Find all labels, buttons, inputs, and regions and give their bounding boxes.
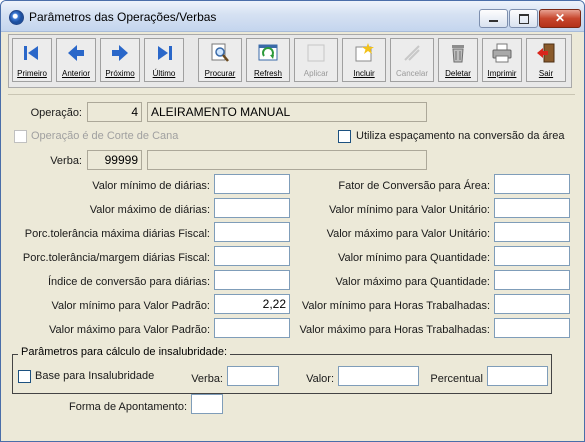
first-button[interactable]: Primeiro xyxy=(12,38,52,82)
valor-min-diarias-label: Valor mínimo de diárias: xyxy=(92,180,210,192)
search-icon xyxy=(211,43,229,62)
corte-cana-label: Operação é de Corte de Cana xyxy=(31,130,179,142)
operacao-label: Operação: xyxy=(30,107,82,119)
insalubridade-verba-field[interactable] xyxy=(227,366,279,386)
verba-code-field[interactable]: 99999 xyxy=(87,150,142,170)
app-icon xyxy=(9,10,24,25)
last-arrow-icon xyxy=(158,46,172,60)
insalubridade-valor-field[interactable] xyxy=(338,366,419,386)
base-insalubridade-checkbox[interactable] xyxy=(18,370,31,383)
apply-label: Aplicar xyxy=(303,69,329,78)
previous-button[interactable]: Anterior xyxy=(56,38,96,82)
add-label: Incluir xyxy=(353,69,375,78)
maximize-icon xyxy=(519,14,529,24)
refresh-button[interactable]: Refresh xyxy=(246,38,290,82)
percentual-label: Percentual xyxy=(430,373,483,385)
toolbar: Primeiro Anterior Próximo Último Procura… xyxy=(8,34,572,88)
valor-max-horas-field[interactable] xyxy=(494,318,570,338)
close-button[interactable]: ✕ xyxy=(539,9,581,28)
refresh-label: Refresh xyxy=(253,69,282,78)
tolerancia-margem-fiscal-label: Porc.tolerância/margem diárias Fiscal: xyxy=(22,252,210,264)
valor-min-quantidade-label: Valor mínimo para Quantidade: xyxy=(337,252,490,264)
previous-label: Anterior xyxy=(61,69,90,78)
valor-min-padrao-field[interactable]: 2,22 xyxy=(214,294,290,314)
first-label: Primeiro xyxy=(17,69,47,78)
trash-icon xyxy=(452,45,464,63)
search-button[interactable]: Procurar xyxy=(198,38,242,82)
base-insalubridade-label: Base para Insalubridade xyxy=(35,370,155,382)
valor-max-unitario-label: Valor máximo para Valor Unitário: xyxy=(326,228,490,240)
valor-min-unitario-label: Valor mínimo para Valor Unitário: xyxy=(329,204,490,216)
fator-conversao-area-field[interactable] xyxy=(494,174,570,194)
next-label: Próximo xyxy=(105,69,135,78)
tolerancia-margem-fiscal-field[interactable] xyxy=(214,246,290,266)
close-icon: ✕ xyxy=(554,11,566,25)
printer-icon xyxy=(492,43,512,63)
maximize-button[interactable] xyxy=(509,9,538,28)
cancel-icon xyxy=(404,45,420,61)
last-button[interactable]: Último xyxy=(144,38,184,82)
valor-max-horas-label: Valor máximo para Horas Trabalhadas: xyxy=(299,324,490,336)
verba-label: Verba: xyxy=(50,155,82,167)
indice-conversao-label: Índice de conversão para diárias: xyxy=(47,276,210,288)
corte-cana-checkbox[interactable] xyxy=(14,130,27,143)
delete-label: Deletar xyxy=(445,69,471,78)
verba-name-field[interactable] xyxy=(147,150,427,170)
last-label: Último xyxy=(152,69,176,78)
delete-button[interactable]: Deletar xyxy=(438,38,478,82)
valor-max-quantidade-label: Valor máximo para Quantidade: xyxy=(335,276,491,288)
add-icon xyxy=(355,43,374,62)
insalubridade-verba-label: Verba: xyxy=(191,373,223,385)
forma-apontamento-field[interactable] xyxy=(191,394,223,414)
search-label: Procurar xyxy=(204,69,236,78)
prev-arrow-icon xyxy=(68,45,84,61)
valor-min-unitario-field[interactable] xyxy=(494,198,570,218)
separator xyxy=(8,94,575,95)
indice-conversao-field[interactable] xyxy=(214,270,290,290)
percentual-field[interactable] xyxy=(487,366,548,386)
operacao-name-field[interactable]: ALEIRAMENTO MANUAL xyxy=(147,102,427,122)
valor-min-diarias-field[interactable] xyxy=(214,174,290,194)
espacamento-label: Utiliza espaçamento na conversão da área xyxy=(356,130,565,142)
exit-button[interactable]: Sair xyxy=(526,38,566,82)
valor-min-horas-field[interactable] xyxy=(494,294,570,314)
print-label: Imprimir xyxy=(487,69,517,78)
next-button[interactable]: Próximo xyxy=(100,38,140,82)
title-bar: Parâmetros das Operações/Verbas ✕ xyxy=(1,1,584,32)
tolerancia-max-fiscal-field[interactable] xyxy=(214,222,290,242)
valor-min-quantidade-field[interactable] xyxy=(494,246,570,266)
print-button[interactable]: Imprimir xyxy=(482,38,522,82)
valor-max-diarias-label: Valor máximo de diárias: xyxy=(89,204,210,216)
fator-conversao-area-label: Fator de Conversão para Área: xyxy=(338,180,490,192)
minimize-icon xyxy=(489,20,498,22)
valor-max-padrao-label: Valor máximo para Valor Padrão: xyxy=(49,324,210,336)
exit-label: Sair xyxy=(538,69,554,78)
valor-max-unitario-field[interactable] xyxy=(494,222,570,242)
insalubridade-valor-label: Valor: xyxy=(306,373,334,385)
first-arrow-icon xyxy=(24,46,38,60)
exit-door-icon xyxy=(537,43,555,63)
minimize-button[interactable] xyxy=(479,9,508,28)
refresh-icon xyxy=(258,44,278,61)
apply-icon xyxy=(307,44,325,62)
valor-max-padrao-field[interactable] xyxy=(214,318,290,338)
espacamento-checkbox[interactable] xyxy=(338,130,351,143)
apply-button[interactable]: Aplicar xyxy=(294,38,338,82)
next-arrow-icon xyxy=(112,45,128,61)
valor-max-diarias-field[interactable] xyxy=(214,198,290,218)
operacao-code-field[interactable]: 4 xyxy=(87,102,142,122)
insalubridade-title: Parâmetros para cálculo de insalubridade… xyxy=(18,346,231,358)
valor-max-quantidade-field[interactable] xyxy=(494,270,570,290)
add-button[interactable]: Incluir xyxy=(342,38,386,82)
forma-apontamento-label: Forma de Apontamento: xyxy=(68,401,187,413)
main-window: Parâmetros das Operações/Verbas ✕ Primei… xyxy=(0,0,585,442)
window-title: Parâmetros das Operações/Verbas xyxy=(29,10,217,24)
cancel-label: Cancelar xyxy=(395,69,428,78)
cancel-button[interactable]: Cancelar xyxy=(390,38,434,82)
tolerancia-max-fiscal-label: Porc.tolerância máxima diárias Fiscal: xyxy=(24,228,210,240)
valor-min-horas-label: Valor mínimo para Horas Trabalhadas: xyxy=(301,300,490,312)
valor-min-padrao-label: Valor mínimo para Valor Padrão: xyxy=(51,300,210,312)
